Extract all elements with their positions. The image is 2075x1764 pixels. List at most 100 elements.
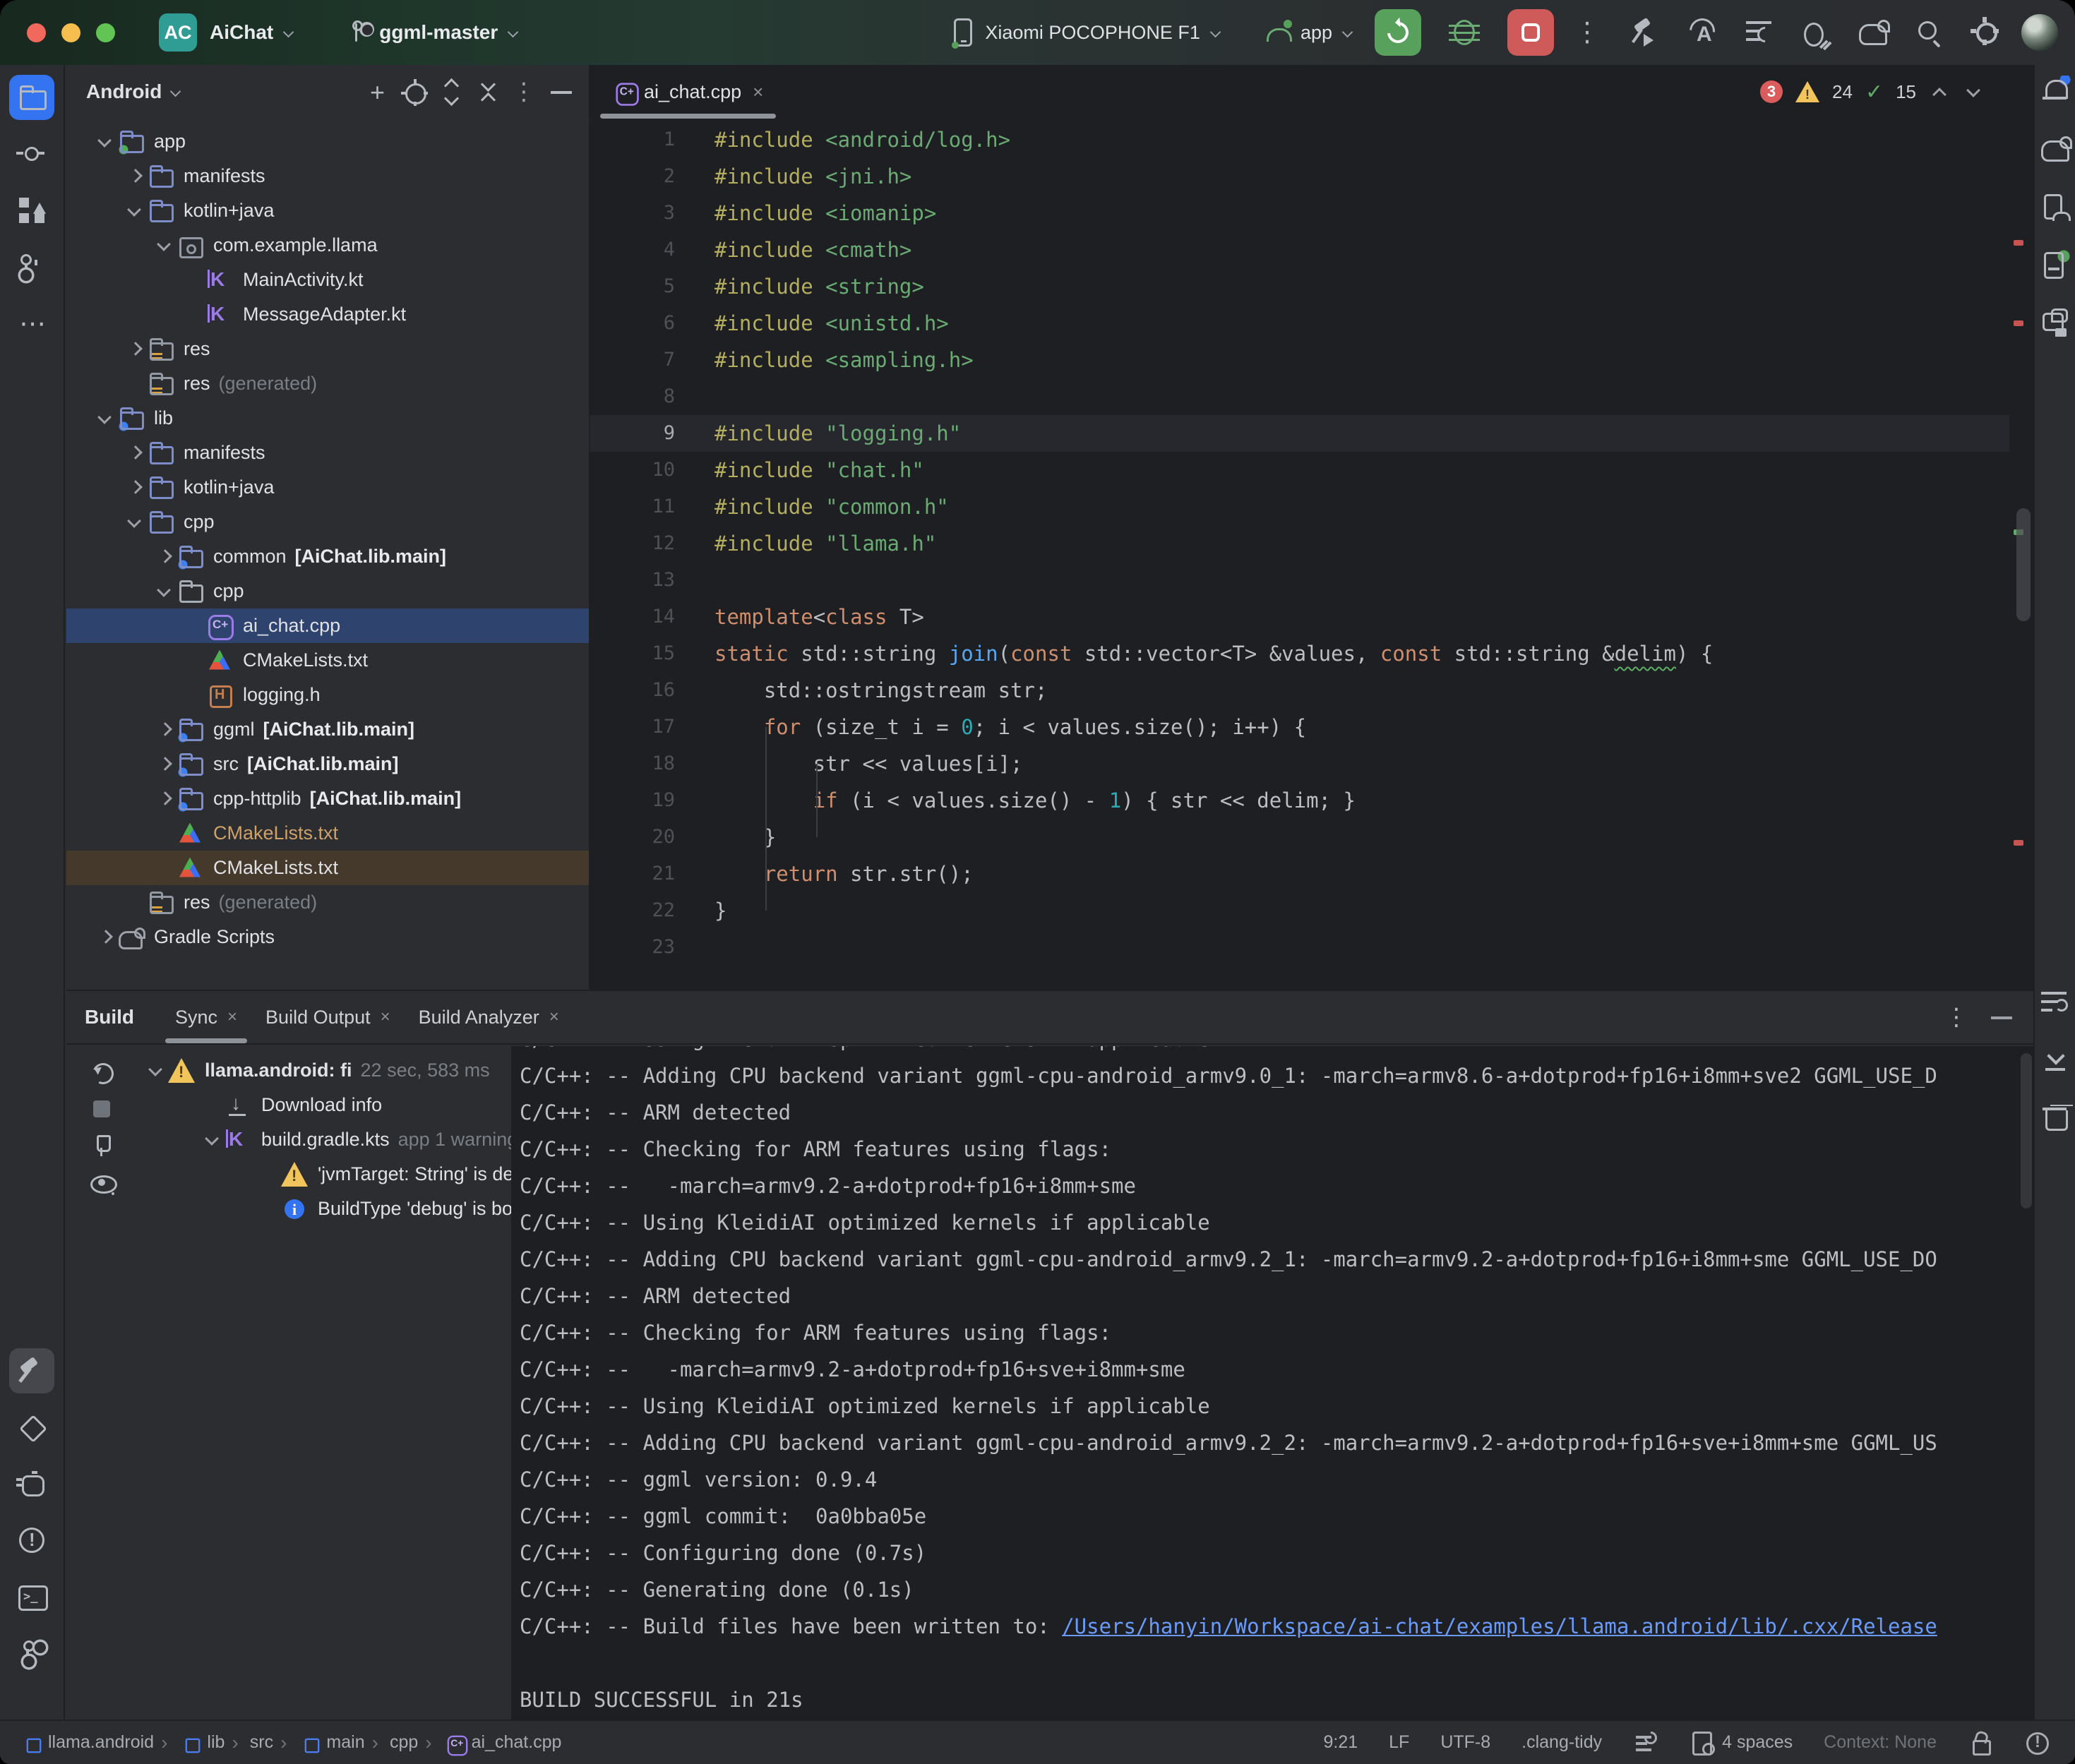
apply-code-changes-icon[interactable] [1745,17,1776,48]
project-tree-row[interactable]: CMakeLists.txt [66,816,589,851]
tree-chevron-icon[interactable] [153,822,177,846]
sync-tree-row[interactable]: llama.android: fi 22 sec, 583 ms [137,1053,511,1088]
search-icon[interactable] [1914,17,1945,48]
more-tool-windows-button[interactable] [9,301,54,346]
project-tree-row[interactable]: CMakeLists.txt [66,643,589,678]
code-line[interactable]: 6 #include <unistd.h> [590,305,2009,342]
close-window-button[interactable] [27,23,46,42]
notifications-button[interactable] [2036,72,2074,110]
code-line[interactable]: 2 #include <jni.h> [590,158,2009,195]
inspections-widget[interactable]: 3 ! 24 ✓ 15 [1760,65,1984,119]
warning-count[interactable]: 24 [1832,81,1853,103]
commit-tool-button[interactable] [9,131,54,176]
scroll-to-end-icon[interactable] [2036,1040,2074,1079]
build-tool-button[interactable] [9,1348,54,1393]
hide-build-panel-icon[interactable] [1987,1003,2015,1031]
next-problem-icon[interactable] [1963,81,1984,102]
project-tree-row[interactable]: cpp-httplib [AiChat.lib.main] [66,781,589,816]
project-tree-row[interactable]: manifests [66,436,589,470]
sync-tree-row[interactable]: 'jvmTarget: String' is deprec [137,1157,511,1192]
filter-view-icon[interactable] [88,1169,115,1196]
indent-widget[interactable]: 4 spaces [1690,1730,1793,1756]
sync-tree-row[interactable]: build.gradle.kts app 1 warning [137,1122,511,1157]
error-stripe[interactable] [2009,121,2033,990]
soft-wrap-icon[interactable] [2036,983,2074,1021]
code-line[interactable]: 9 #include "logging.h" [590,415,2009,452]
clang-tidy-widget[interactable]: .clang-tidy [1521,1732,1602,1753]
stop-button[interactable] [1507,9,1554,56]
tree-chevron-icon[interactable] [257,1197,281,1221]
clear-console-icon[interactable] [2036,1098,2074,1136]
gradle-tool-button[interactable] [2036,130,2074,168]
previous-problem-icon[interactable] [1929,81,1950,102]
tree-chevron-icon[interactable] [182,683,206,707]
device-manager-button[interactable] [2036,188,2074,226]
maximize-window-button[interactable] [96,23,115,42]
tree-chevron-icon[interactable] [182,649,206,673]
debug-button[interactable] [1441,9,1488,56]
close-tab-icon[interactable]: × [381,1007,390,1027]
code-line[interactable]: 12 #include "llama.h" [590,525,2009,562]
tree-chevron-icon[interactable] [93,130,117,154]
stop-sync-icon[interactable] [88,1096,115,1122]
code-style-icon[interactable] [1633,1730,1658,1756]
sync-tree-row[interactable]: Download info [137,1088,511,1122]
panel-options-icon[interactable]: ⋮ [508,76,539,107]
tree-chevron-icon[interactable] [123,891,147,915]
code-line[interactable]: 21 return str.str(); [590,856,2009,892]
project-tree-row[interactable]: CMakeLists.txt [66,851,589,885]
code-line[interactable]: 13 [590,562,2009,599]
project-tree-row[interactable]: ai_chat.cpp [66,608,589,643]
project-tree-row[interactable]: lib [66,401,589,436]
code-line[interactable]: 1 #include <android/log.h> [590,121,2009,158]
error-stripe-mark[interactable] [2014,320,2023,326]
attach-debugger-icon[interactable] [1801,17,1832,48]
editor-tab-ai-chat-cpp[interactable]: ai_chat.cpp × [600,65,776,119]
running-devices-button[interactable] [2036,246,2074,284]
tree-chevron-icon[interactable] [123,476,147,500]
project-tree-row[interactable]: res (generated) [66,885,589,920]
re-sync-icon[interactable] [88,1059,115,1086]
tree-chevron-icon[interactable] [182,303,206,327]
inspection-level-icon[interactable] [2024,1730,2050,1756]
tree-chevron-icon[interactable] [123,372,147,396]
build-options-icon[interactable]: ⋮ [1944,1005,1968,1029]
tree-chevron-icon[interactable] [144,1059,168,1083]
terminal-tool-button[interactable] [9,1574,54,1619]
project-tree-row[interactable]: cpp [66,505,589,539]
add-icon[interactable] [363,78,391,106]
tree-chevron-icon[interactable] [123,441,147,465]
app-quality-insights-button[interactable] [9,1405,54,1450]
code-area[interactable]: 1 #include <android/log.h> 2 #include <j… [590,121,2009,990]
project-tree-row[interactable]: com.example.llama [66,228,589,263]
tree-chevron-icon[interactable] [182,614,206,638]
run-config-selector[interactable]: app [1264,18,1355,47]
lock-icon[interactable] [1968,1730,1993,1756]
minimize-window-button[interactable] [61,23,80,42]
code-line[interactable]: 8 [590,378,2009,415]
project-tree-row[interactable]: res (generated) [66,366,589,401]
tree-chevron-icon[interactable] [153,545,177,569]
code-line[interactable]: 18 str << values[i]; [590,745,2009,782]
code-line[interactable]: 20 } [590,819,2009,856]
tree-chevron-icon[interactable] [153,718,177,742]
project-tree-row[interactable]: MainActivity.kt [66,263,589,297]
profiler-tool-button[interactable] [9,1461,54,1506]
tree-chevron-icon[interactable] [123,337,147,361]
project-tree-row[interactable]: common [AiChat.lib.main] [66,539,589,574]
error-count-badge[interactable]: 3 [1760,80,1783,103]
project-tree-row[interactable]: kotlin+java [66,193,589,228]
project-tree-row[interactable]: res [66,332,589,366]
error-stripe-mark[interactable] [2014,240,2023,246]
tab-build-analyzer[interactable]: Build Analyzer × [405,991,573,1043]
hide-panel-icon[interactable] [546,78,575,106]
tree-chevron-icon[interactable] [153,580,177,604]
console-scrollbar-thumb[interactable] [2021,1053,2032,1208]
caret-position-widget[interactable]: 9:21 [1323,1732,1358,1753]
close-tab-icon[interactable]: × [753,81,763,103]
tree-chevron-icon[interactable] [182,268,206,292]
editor-scrollbar-thumb[interactable] [2016,508,2031,621]
code-line[interactable]: 4 #include <cmath> [590,232,2009,268]
project-tree-row[interactable]: src [AiChat.lib.main] [66,747,589,781]
line-ending-widget[interactable]: LF [1389,1732,1409,1753]
